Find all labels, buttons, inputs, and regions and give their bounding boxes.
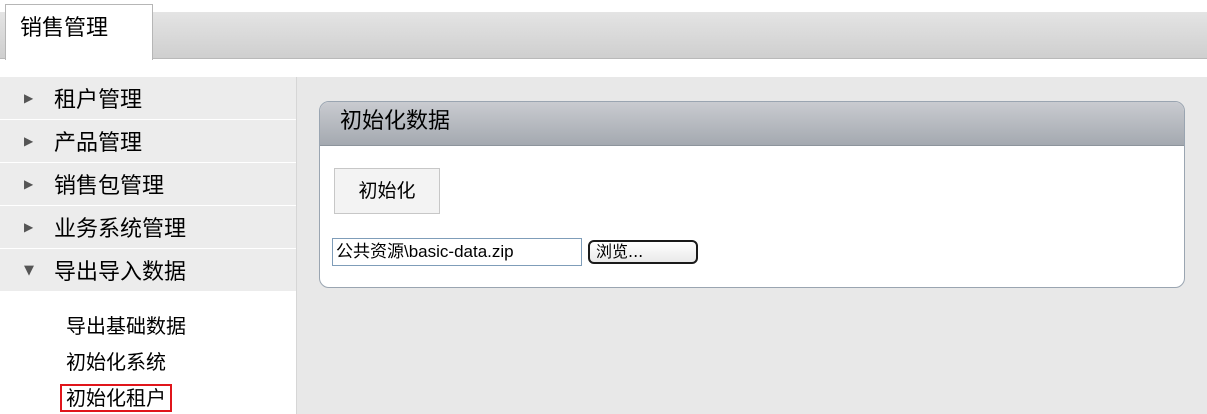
sidebar-item-label: 产品管理 [54, 131, 143, 156]
caret-right-icon: ▶ [24, 91, 34, 105]
browse-button[interactable]: 浏览... [588, 240, 698, 264]
sidebar-item-tenant-management[interactable]: ▶ 租户管理 [0, 77, 296, 120]
main-content: 初始化数据 初始化 公共资源\basic-data.zip 浏览... [296, 77, 1207, 414]
sidebar-item-product-management[interactable]: ▶ 产品管理 [0, 120, 296, 163]
panel-title: 初始化数据 [320, 102, 1184, 146]
sidebar-subitem-init-system[interactable]: 初始化系统 [0, 344, 296, 380]
tab-sales-management[interactable]: 销售管理 [5, 4, 153, 60]
caret-right-icon: ▶ [24, 177, 34, 191]
sidebar-item-label: 导出导入数据 [54, 260, 187, 285]
sidebar: ▶ 租户管理 ▶ 产品管理 ▶ 销售包管理 ▶ 业务系统管理 ▼ 导出导入数据 … [0, 77, 296, 414]
sidebar-subitem-init-tenant[interactable]: 初始化租户 [0, 380, 296, 414]
top-bar: 销售管理 [0, 0, 1207, 70]
tab-strip [0, 12, 1207, 59]
init-button[interactable]: 初始化 [334, 168, 440, 214]
sidebar-subitem-label: 初始化租户 [60, 384, 172, 412]
caret-right-icon: ▶ [24, 220, 34, 234]
sidebar-item-sales-package-management[interactable]: ▶ 销售包管理 [0, 163, 296, 206]
sidebar-item-label: 销售包管理 [54, 174, 165, 199]
init-data-panel: 初始化数据 初始化 公共资源\basic-data.zip 浏览... [319, 101, 1185, 288]
sidebar-subitem-label: 初始化系统 [66, 350, 166, 374]
sidebar-submenu: 导出基础数据 初始化系统 初始化租户 [0, 292, 296, 414]
sidebar-subitem-label: 导出基础数据 [66, 314, 186, 338]
file-upload-row: 公共资源\basic-data.zip 浏览... [332, 238, 698, 266]
sidebar-item-label: 租户管理 [54, 88, 143, 113]
sidebar-item-export-import-data[interactable]: ▼ 导出导入数据 [0, 249, 296, 292]
file-path-field[interactable]: 公共资源\basic-data.zip [332, 238, 582, 266]
caret-down-icon: ▼ [24, 262, 34, 278]
sidebar-item-business-system-management[interactable]: ▶ 业务系统管理 [0, 206, 296, 249]
caret-right-icon: ▶ [24, 134, 34, 148]
sidebar-item-label: 业务系统管理 [54, 217, 187, 242]
sidebar-subitem-export-base-data[interactable]: 导出基础数据 [0, 308, 296, 344]
